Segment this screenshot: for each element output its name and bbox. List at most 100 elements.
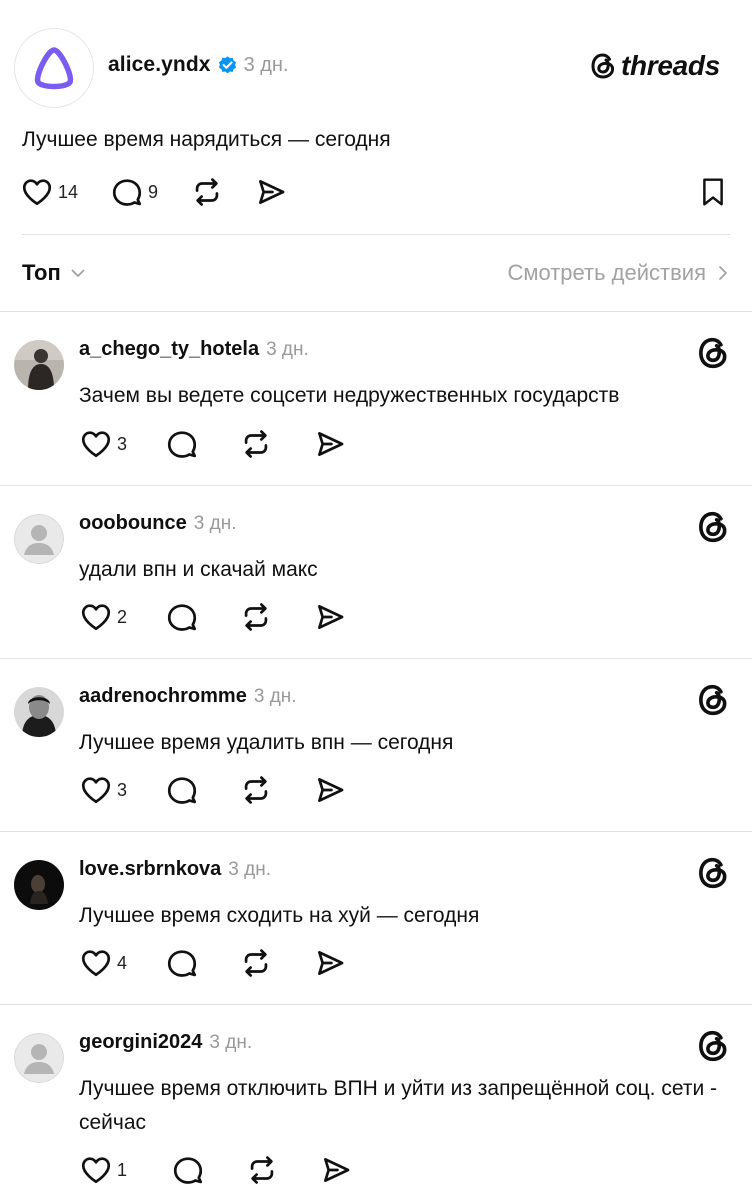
reply-username[interactable]: ooobounce bbox=[79, 512, 187, 535]
verified-badge-icon bbox=[217, 55, 238, 76]
heart-icon bbox=[79, 946, 113, 980]
post-text: Лучшее время нарядиться — сегодня bbox=[22, 128, 391, 151]
like-button[interactable]: 4 bbox=[79, 946, 127, 980]
reply-avatar[interactable] bbox=[14, 1033, 64, 1083]
threads-logo-icon[interactable] bbox=[696, 856, 730, 890]
share-button[interactable] bbox=[313, 773, 347, 807]
comment-icon bbox=[165, 600, 199, 634]
send-icon bbox=[313, 427, 347, 461]
divider bbox=[22, 234, 730, 235]
view-activity-label: Смотреть действия bbox=[507, 260, 706, 285]
reply-timestamp: 3 дн. bbox=[253, 686, 297, 707]
reply-button[interactable] bbox=[165, 427, 199, 461]
repost-button[interactable] bbox=[239, 600, 273, 634]
reply-username[interactable]: georgini2024 bbox=[79, 1031, 202, 1054]
save-button[interactable] bbox=[698, 176, 728, 213]
comment-icon bbox=[171, 1153, 205, 1187]
reply-text: Лучшее время удалить впн — сегодня bbox=[79, 731, 454, 754]
heart-icon bbox=[79, 427, 113, 461]
author-avatar[interactable] bbox=[14, 28, 94, 108]
reply-header: love.srbrnkova 3 дн. bbox=[79, 858, 271, 881]
like-button[interactable]: 1 bbox=[79, 1153, 127, 1187]
like-button[interactable]: 14 bbox=[20, 175, 78, 209]
repost-button[interactable] bbox=[245, 1153, 279, 1187]
reply-item: a_chego_ty_hotela 3 дн. Зачем вы ведете … bbox=[0, 312, 752, 485]
repost-button[interactable] bbox=[239, 946, 273, 980]
reply-item: aadrenochromme 3 дн. Лучшее время удалит… bbox=[0, 659, 752, 831]
default-avatar-icon bbox=[14, 1033, 64, 1083]
reply-avatar[interactable] bbox=[14, 340, 64, 390]
repost-button[interactable] bbox=[239, 773, 273, 807]
reply-timestamp: 3 дн. bbox=[209, 1032, 253, 1053]
share-button[interactable] bbox=[313, 600, 347, 634]
post-action-bar: 14 9 bbox=[20, 172, 288, 212]
share-button[interactable] bbox=[313, 427, 347, 461]
reply-username[interactable]: a_chego_ty_hotela bbox=[79, 338, 259, 361]
reply-item: ooobounce 3 дн. удали впн и скачай макс … bbox=[0, 486, 752, 658]
reply-count: 9 bbox=[148, 181, 159, 202]
reply-avatar[interactable] bbox=[14, 514, 64, 564]
send-icon bbox=[313, 773, 347, 807]
author-username[interactable]: alice.yndx bbox=[108, 53, 211, 77]
threads-wordmark: threads bbox=[620, 50, 720, 81]
threads-logo-icon[interactable] bbox=[696, 510, 730, 544]
repost-icon bbox=[190, 175, 224, 209]
reply-action-bar: 3 bbox=[79, 772, 347, 808]
comment-icon bbox=[165, 427, 199, 461]
heart-icon bbox=[79, 773, 113, 807]
reply-item: love.srbrnkova 3 дн. Лучшее время сходит… bbox=[0, 832, 752, 1004]
reply-action-bar: 2 bbox=[79, 599, 347, 635]
replies-sort-bar: Топ Смотреть действия bbox=[22, 255, 730, 291]
share-button[interactable] bbox=[313, 946, 347, 980]
repost-button[interactable] bbox=[190, 175, 224, 209]
original-post: alice.yndx 3 дн. threads Лучшее время на… bbox=[0, 0, 752, 312]
reply-username[interactable]: aadrenochromme bbox=[79, 685, 247, 708]
threads-logo-icon[interactable] bbox=[696, 336, 730, 370]
reply-text: Зачем вы ведете соцсети недружественных … bbox=[79, 384, 620, 407]
like-button[interactable]: 3 bbox=[79, 427, 127, 461]
reply-text: Лучшее время отключить ВПН и уйти из зап… bbox=[79, 1077, 717, 1134]
send-icon bbox=[313, 600, 347, 634]
reply-header: ooobounce 3 дн. bbox=[79, 512, 236, 535]
reply-button[interactable] bbox=[171, 1153, 205, 1187]
reply-action-bar: 1 bbox=[79, 1152, 353, 1188]
heart-icon bbox=[20, 175, 54, 209]
view-activity-link[interactable]: Смотреть действия bbox=[507, 260, 730, 286]
share-button[interactable] bbox=[319, 1153, 353, 1187]
bookmark-icon bbox=[698, 176, 728, 208]
reply-action-bar: 4 bbox=[79, 945, 347, 981]
reply-username[interactable]: love.srbrnkova bbox=[79, 858, 221, 881]
threads-logo[interactable]: threads bbox=[589, 50, 720, 82]
like-count: 4 bbox=[117, 952, 128, 973]
default-avatar-icon bbox=[14, 514, 64, 564]
comment-icon bbox=[165, 946, 199, 980]
threads-logo-icon[interactable] bbox=[696, 1029, 730, 1063]
like-button[interactable]: 3 bbox=[79, 773, 127, 807]
reply-button[interactable]: 9 bbox=[110, 175, 158, 209]
reply-button[interactable] bbox=[165, 600, 199, 634]
post-timestamp: 3 дн. bbox=[243, 53, 289, 76]
reply-header: a_chego_ty_hotela 3 дн. bbox=[79, 338, 309, 361]
reply-avatar[interactable] bbox=[14, 860, 64, 910]
send-icon bbox=[313, 946, 347, 980]
reply-timestamp: 3 дн. bbox=[266, 339, 309, 360]
reply-avatar[interactable] bbox=[14, 687, 64, 737]
heart-icon bbox=[79, 1153, 113, 1187]
repost-button[interactable] bbox=[239, 427, 273, 461]
reply-button[interactable] bbox=[165, 946, 199, 980]
alice-logo-icon bbox=[34, 47, 74, 90]
sort-dropdown[interactable]: Топ bbox=[22, 260, 87, 286]
comment-icon bbox=[110, 175, 144, 209]
like-count: 2 bbox=[117, 606, 128, 627]
like-button[interactable]: 2 bbox=[79, 600, 127, 634]
sort-label: Топ bbox=[22, 260, 61, 285]
share-button[interactable] bbox=[254, 175, 288, 209]
threads-logo-icon[interactable] bbox=[696, 683, 730, 717]
repost-icon bbox=[239, 946, 273, 980]
threads-logo-icon bbox=[591, 53, 615, 79]
reply-header: aadrenochromme 3 дн. bbox=[79, 685, 297, 708]
reply-timestamp: 3 дн. bbox=[193, 513, 237, 534]
comment-icon bbox=[165, 773, 199, 807]
like-count: 3 bbox=[117, 433, 128, 454]
reply-button[interactable] bbox=[165, 773, 199, 807]
